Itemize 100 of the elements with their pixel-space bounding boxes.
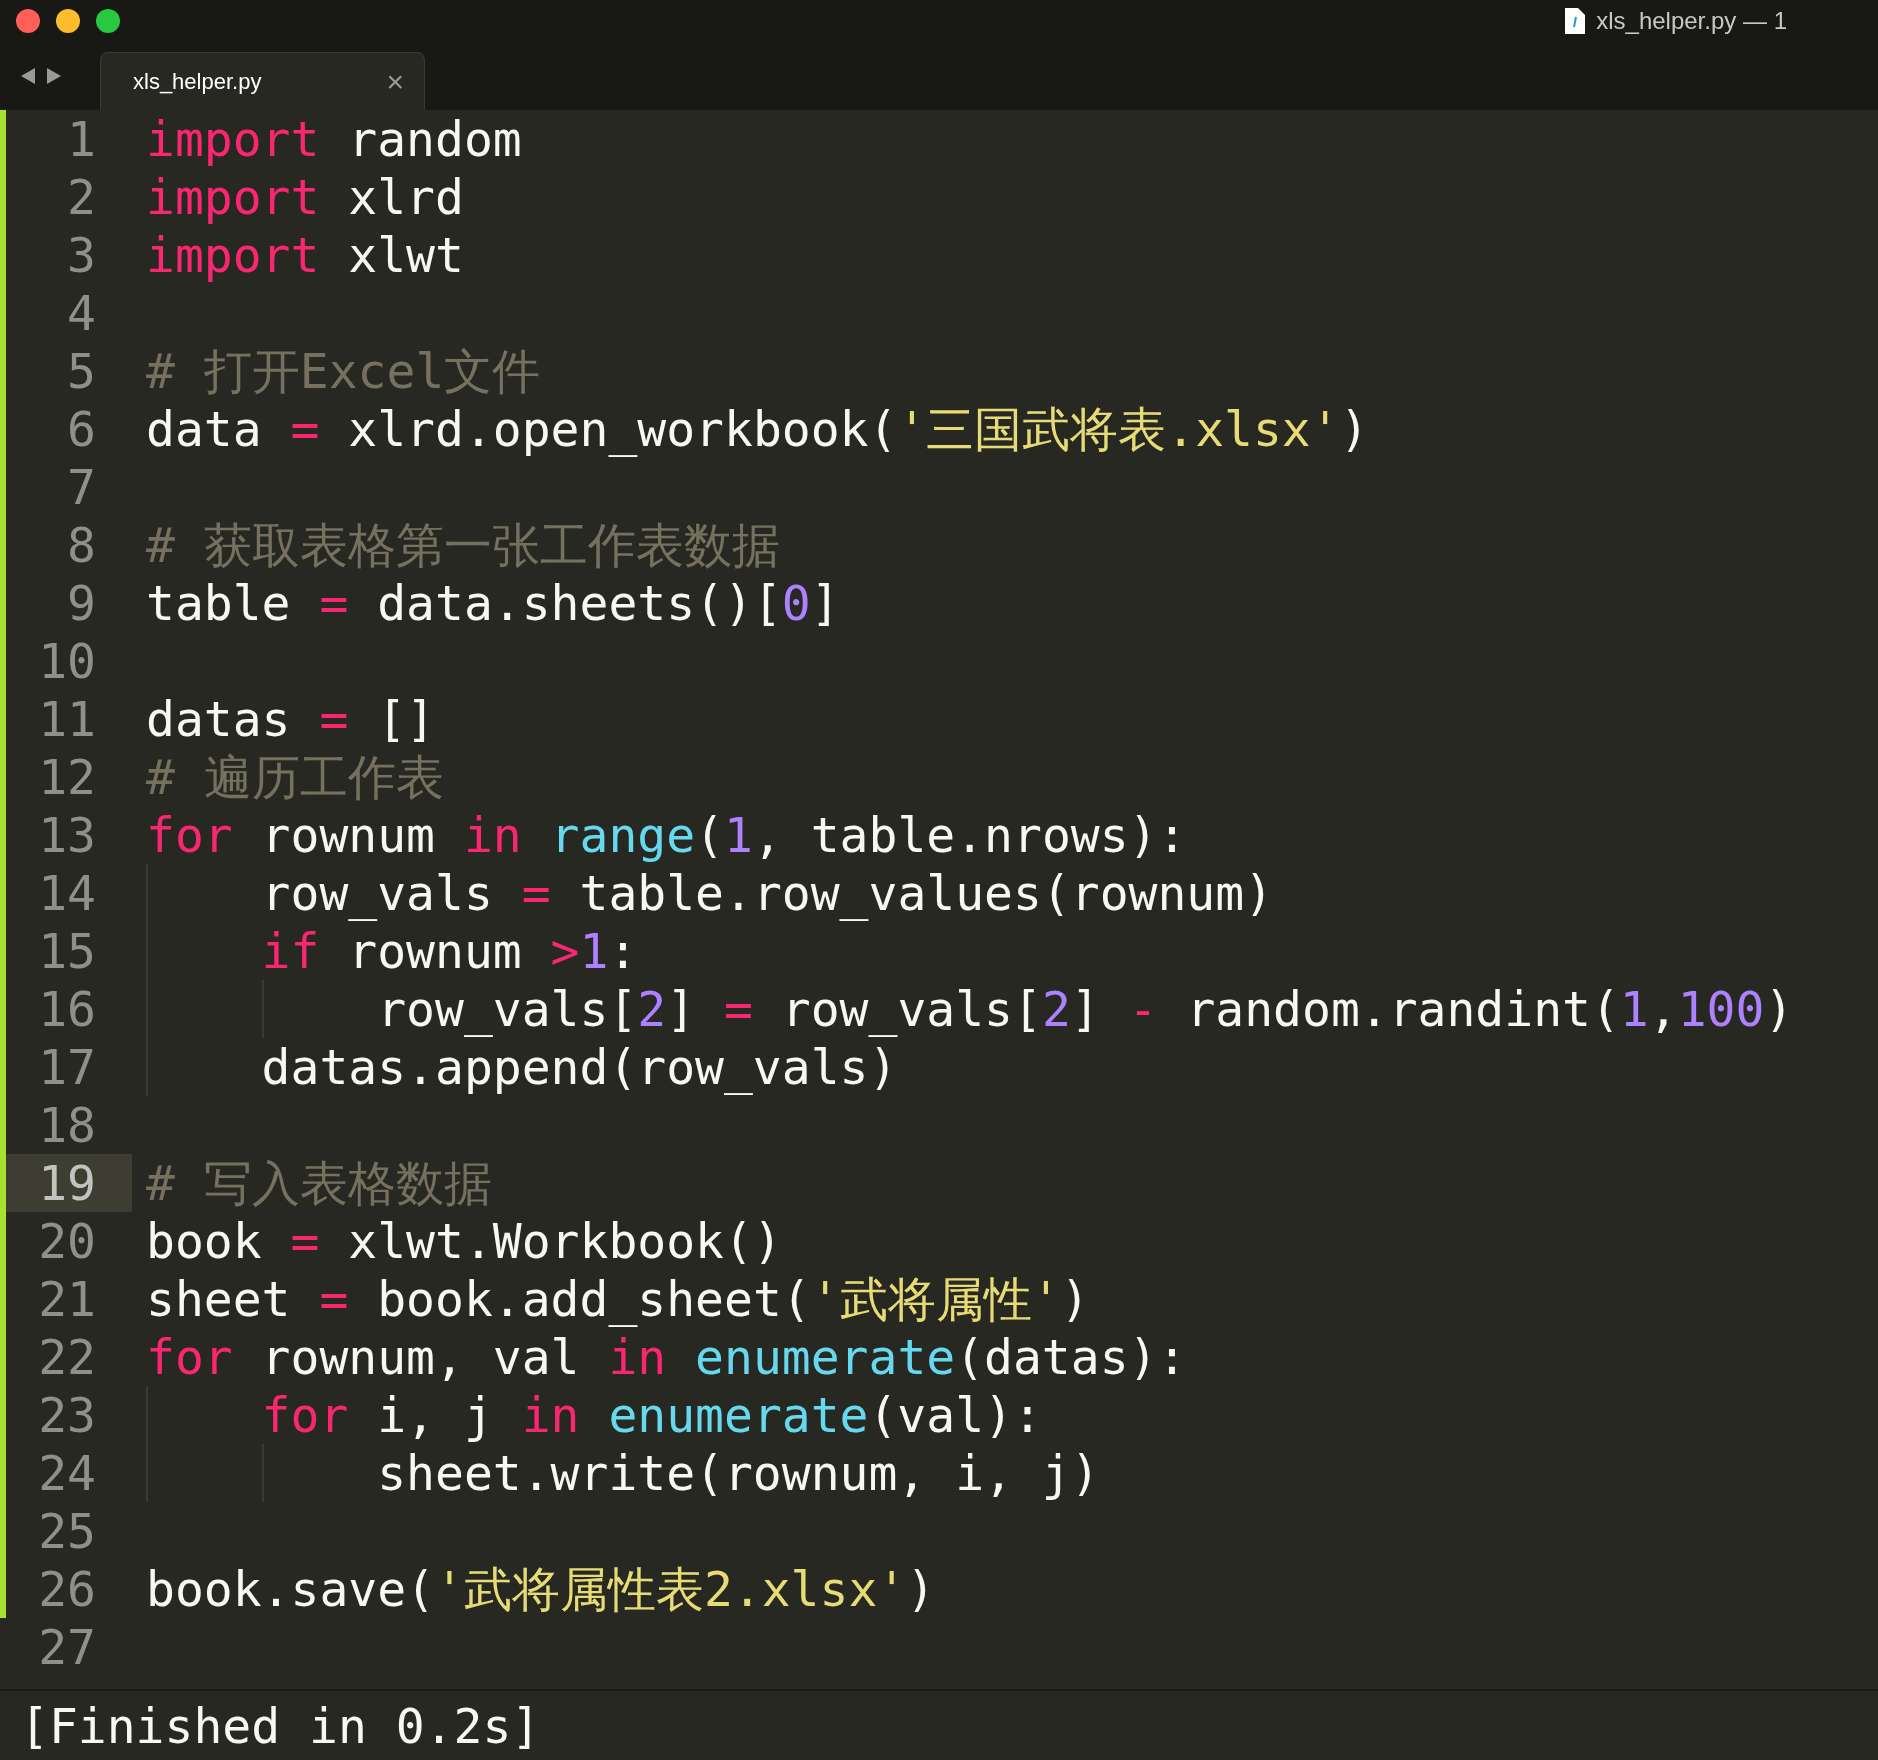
code-token: in	[463, 806, 522, 864]
code-token: '三国武将表.xlsx'	[897, 400, 1340, 458]
code-token: data.sheets()[	[376, 574, 782, 632]
code-token: xlrd	[347, 168, 464, 226]
line-number: 8	[67, 516, 96, 574]
line-number: 5	[67, 342, 96, 400]
code-token: sheet.write(rownum, i, j)	[146, 1444, 1100, 1502]
code-token: rownum	[260, 806, 436, 864]
forward-arrow-icon[interactable]	[46, 67, 62, 85]
code-token: =	[319, 690, 349, 748]
code-token: ,	[1648, 980, 1678, 1038]
code-comment: # 打开Excel文件	[146, 342, 541, 400]
code-token: =	[724, 980, 753, 1038]
line-number: 20	[38, 1212, 96, 1270]
line-number: 15	[38, 922, 96, 980]
code-token: )	[906, 1560, 936, 1618]
line-number: 7	[67, 458, 96, 516]
code-token: =	[319, 1270, 349, 1328]
file-tab[interactable]: xls_helper.py ×	[100, 52, 425, 110]
code-token: '武将属性表2.xlsx'	[435, 1560, 907, 1618]
code-token: 0	[781, 574, 811, 632]
code-token: =	[290, 400, 320, 458]
file-icon	[1564, 7, 1587, 35]
code-token: book.add_sheet(	[376, 1270, 811, 1328]
code-token: datas	[146, 690, 292, 748]
code-token: ]	[810, 574, 840, 632]
code-token: row_vals[	[146, 980, 638, 1038]
code-token: 1	[579, 922, 609, 980]
code-token: in	[521, 1386, 580, 1444]
code-token: =	[521, 864, 551, 922]
line-number: 27	[38, 1618, 96, 1676]
code-token: (val):	[868, 1386, 1042, 1444]
close-window-icon[interactable]	[16, 9, 40, 33]
code-token: range	[549, 806, 696, 864]
code-token: import	[146, 226, 320, 284]
line-number: 16	[38, 980, 96, 1038]
line-number: 11	[38, 690, 96, 748]
code-token: =	[290, 1212, 320, 1270]
code-comment: # 遍历工作表	[146, 748, 444, 806]
code-token: ]	[666, 980, 697, 1038]
code-token: book.save(	[146, 1560, 435, 1618]
code-token: )	[1339, 400, 1369, 458]
code-token: (	[695, 806, 724, 864]
code-token: import	[146, 168, 320, 226]
code-token: xlwt	[347, 226, 464, 284]
code-token: row_vals[	[780, 980, 1042, 1038]
code-token: )	[1764, 980, 1794, 1038]
code-token: xlrd.open_workbook(	[347, 400, 898, 458]
line-number: 14	[38, 864, 96, 922]
code-token: for	[146, 1386, 349, 1444]
code-token: 2	[637, 980, 667, 1038]
code-token: rownum, val	[260, 1328, 581, 1386]
window-title: xls_helper.py — 1	[1596, 6, 1787, 36]
code-token: []	[376, 690, 435, 748]
line-number: 13	[38, 806, 96, 864]
code-token: table.row_values(rownum)	[578, 864, 1274, 922]
code-token: import	[146, 110, 320, 168]
code-token: '武将属性'	[810, 1270, 1061, 1328]
close-tab-icon[interactable]: ×	[386, 59, 404, 104]
code-token: >	[550, 922, 580, 980]
line-number: 23	[38, 1386, 96, 1444]
minimize-window-icon[interactable]	[56, 9, 80, 33]
code-token: ]	[1070, 980, 1101, 1038]
line-number: 10	[38, 632, 96, 690]
line-number: 18	[38, 1096, 96, 1154]
code-comment: # 获取表格第一张工作表数据	[146, 516, 780, 574]
line-number: 26	[38, 1560, 96, 1618]
code-token: 2	[1041, 980, 1071, 1038]
build-output: [Finished in 0.2s]	[20, 1696, 541, 1756]
code-token: =	[319, 574, 349, 632]
code-token: :	[608, 922, 638, 980]
code-token: enumerate	[607, 1386, 869, 1444]
maximize-window-icon[interactable]	[96, 9, 120, 33]
back-arrow-icon[interactable]	[20, 67, 36, 85]
code-token: datas.append(row_vals)	[146, 1038, 898, 1096]
code-token: i, j	[376, 1386, 494, 1444]
line-number: 2	[67, 168, 96, 226]
code-token: in	[608, 1328, 667, 1386]
line-number: 25	[38, 1502, 96, 1560]
code-token: data	[146, 400, 263, 458]
line-number: 12	[38, 748, 96, 806]
code-token: random	[347, 110, 522, 168]
line-number: 9	[67, 574, 96, 632]
line-number: 19	[38, 1154, 96, 1212]
code-token: xlwt.Workbook()	[347, 1212, 782, 1270]
code-token: book	[146, 1212, 263, 1270]
code-token: row_vals	[146, 864, 522, 922]
code-token: for	[146, 806, 233, 864]
line-number: 24	[38, 1444, 96, 1502]
line-number: 17	[38, 1038, 96, 1096]
code-token: 1	[1619, 980, 1649, 1038]
line-number: 3	[67, 226, 96, 284]
code-token: 1	[724, 806, 753, 864]
line-number: 6	[67, 400, 96, 458]
line-number: 22	[38, 1328, 96, 1386]
code-token: enumerate	[694, 1328, 956, 1386]
line-number: 21	[38, 1270, 96, 1328]
code-token: sheet	[146, 1270, 292, 1328]
line-number: 4	[67, 284, 96, 342]
code-token: )	[1060, 1270, 1090, 1328]
